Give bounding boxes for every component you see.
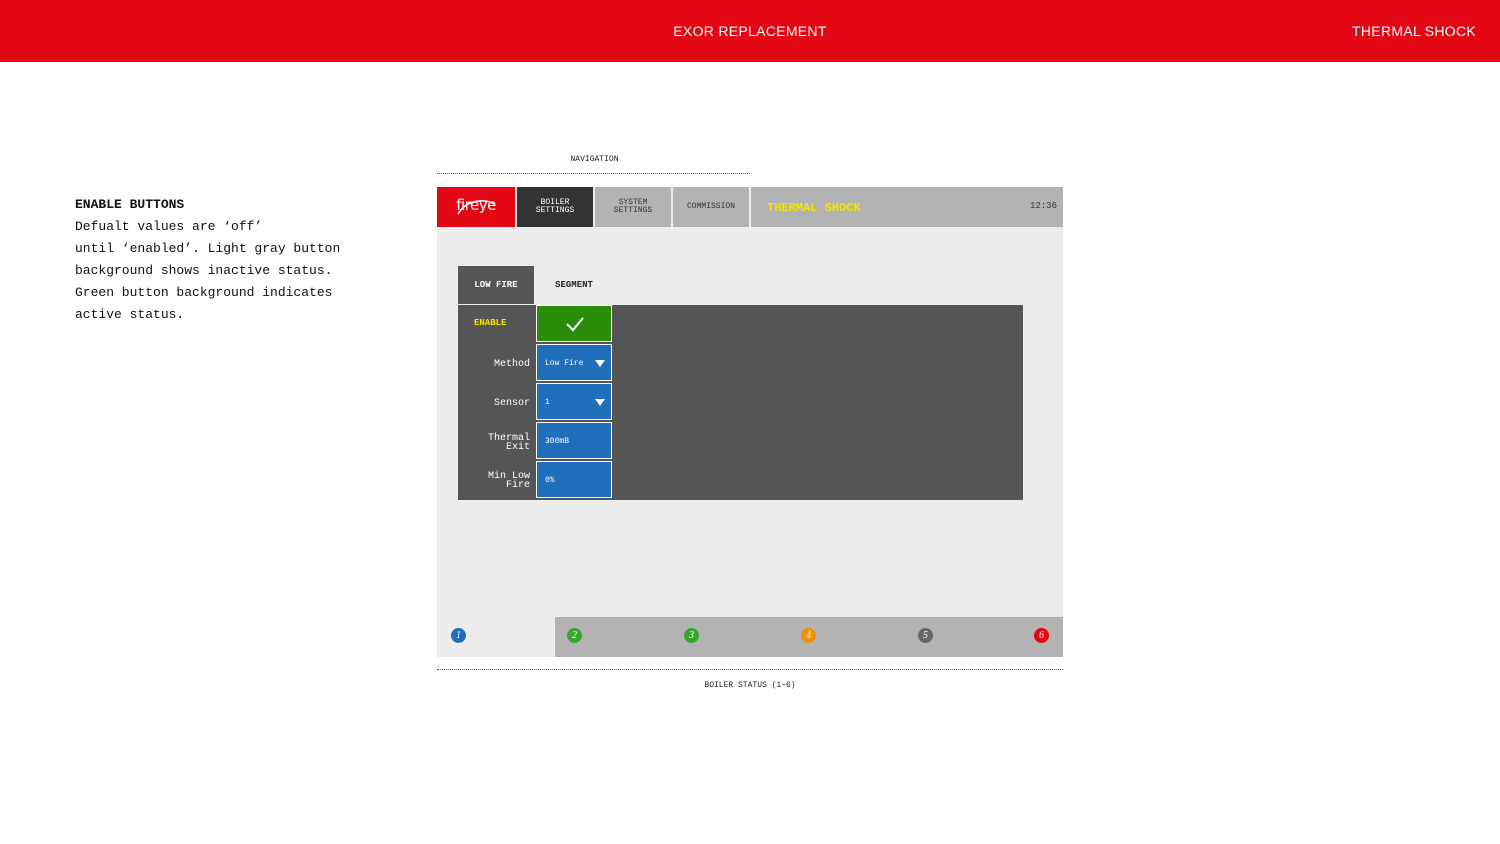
enable-toggle-button[interactable] (536, 305, 612, 342)
thermal-exit-label: Thermal Exit (487, 433, 530, 453)
method-value: Low Fire (545, 359, 584, 368)
tab-segment[interactable]: SEGMENT (536, 266, 612, 304)
annotation-notes: ENABLE BUTTONS Defualt values are ‘off’ … (75, 194, 395, 326)
boiler-3-status[interactable]: 3 (684, 628, 699, 643)
tab-commission[interactable]: COMMISSION (673, 187, 749, 227)
thermal-exit-input[interactable]: 300mB (536, 422, 612, 459)
fireye-logo[interactable]: fireye (437, 187, 515, 227)
banner-title: EXOR REPLACEMENT (673, 23, 827, 39)
hmi-screen: fireye BOILER SETTINGS SYSTEM SETTINGS C… (437, 187, 1063, 657)
hmi-nav-bar: fireye BOILER SETTINGS SYSTEM SETTINGS C… (437, 187, 1063, 227)
navigation-caption: NAVIGATION (570, 155, 619, 164)
boiler-6-status[interactable]: 6 (1034, 628, 1049, 643)
boiler-status-caption: BOILER STATUS (1–6) (704, 681, 796, 690)
method-dropdown[interactable]: Low Fire (536, 344, 612, 381)
dropdown-arrow-icon (595, 360, 605, 367)
method-label: Method (493, 359, 530, 370)
sensor-label: Sensor (493, 398, 530, 409)
clock: 12:36 (1029, 201, 1057, 211)
thermal-exit-value: 300mB (545, 437, 570, 446)
logo-text: fireye (456, 196, 496, 214)
tab-boiler-settings[interactable]: BOILER SETTINGS (517, 187, 593, 227)
min-low-fire-input[interactable]: 0% (536, 461, 612, 498)
min-low-fire-value: 0% (545, 476, 555, 485)
sensor-value: 1 (545, 398, 550, 407)
page-title-bar: THERMAL SHOCK 12:36 (751, 187, 1063, 227)
boiler-status-divider (437, 669, 1063, 670)
boiler-4-status[interactable]: 4 (801, 628, 816, 643)
dropdown-arrow-icon (595, 399, 605, 406)
settings-panel: ENABLE Method Low Fire Sensor 1 Thermal … (458, 305, 1023, 500)
boiler-2-status[interactable]: 2 (567, 628, 582, 643)
tab-low-fire[interactable]: LOW FIRE (458, 266, 534, 304)
min-low-fire-label: Min Low Fire (487, 471, 530, 491)
notes-body: Defualt values are ‘off’ until ‘enabled’… (75, 219, 341, 322)
boiler-5-status[interactable]: 5 (918, 628, 933, 643)
sensor-dropdown[interactable]: 1 (536, 383, 612, 420)
checkmark-icon (566, 317, 584, 332)
top-banner: EXOR REPLACEMENT THERMAL SHOCK (0, 0, 1500, 62)
tab-system-settings[interactable]: SYSTEM SETTINGS (595, 187, 671, 227)
boiler-1-status[interactable]: 1 (451, 628, 466, 643)
page-title: THERMAL SHOCK (767, 201, 861, 215)
notes-heading: ENABLE BUTTONS (75, 197, 185, 212)
navigation-divider (437, 173, 750, 174)
banner-section: THERMAL SHOCK (1352, 23, 1476, 39)
